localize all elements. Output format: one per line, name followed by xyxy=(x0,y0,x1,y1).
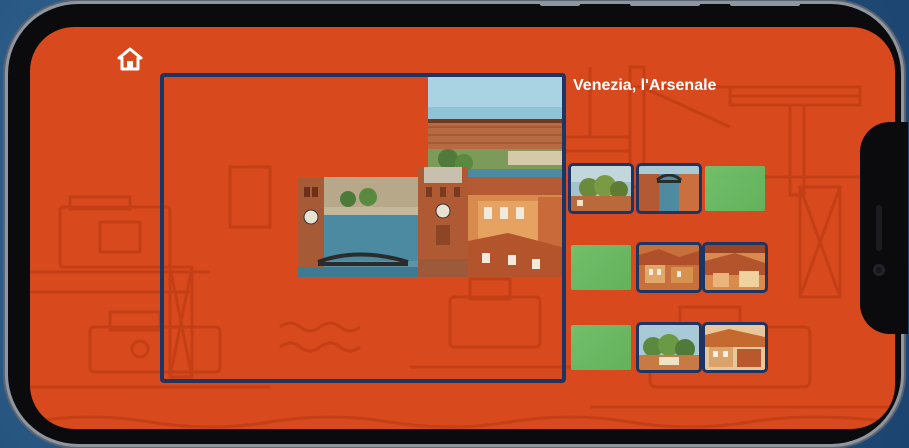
home-icon xyxy=(117,47,143,71)
tray-piece[interactable] xyxy=(702,242,768,293)
tray-piece[interactable] xyxy=(636,163,702,214)
placed-piece[interactable] xyxy=(468,177,562,277)
tray-empty-slot xyxy=(571,325,631,370)
tray-empty-slot xyxy=(705,166,765,211)
placed-piece[interactable] xyxy=(298,177,428,277)
phone-side-button xyxy=(730,2,800,6)
phone-speaker xyxy=(876,205,882,251)
phone-side-button xyxy=(540,2,580,6)
puzzle-title: Venezia, l'Arsenale xyxy=(573,77,717,94)
puzzle-board[interactable] xyxy=(160,73,566,383)
phone-notch xyxy=(860,122,908,334)
phone-side-button xyxy=(630,2,700,6)
tray-piece[interactable] xyxy=(568,163,634,214)
home-button[interactable] xyxy=(116,45,144,73)
phone-camera xyxy=(873,264,885,276)
tray-piece[interactable] xyxy=(636,322,702,373)
game-screen: Venezia, l'Arsenale xyxy=(30,27,895,429)
tray-empty-slot xyxy=(571,245,631,290)
tray-piece[interactable] xyxy=(636,242,702,293)
tray-piece[interactable] xyxy=(702,322,768,373)
placed-piece[interactable] xyxy=(418,167,468,277)
placed-piece[interactable] xyxy=(428,77,562,177)
